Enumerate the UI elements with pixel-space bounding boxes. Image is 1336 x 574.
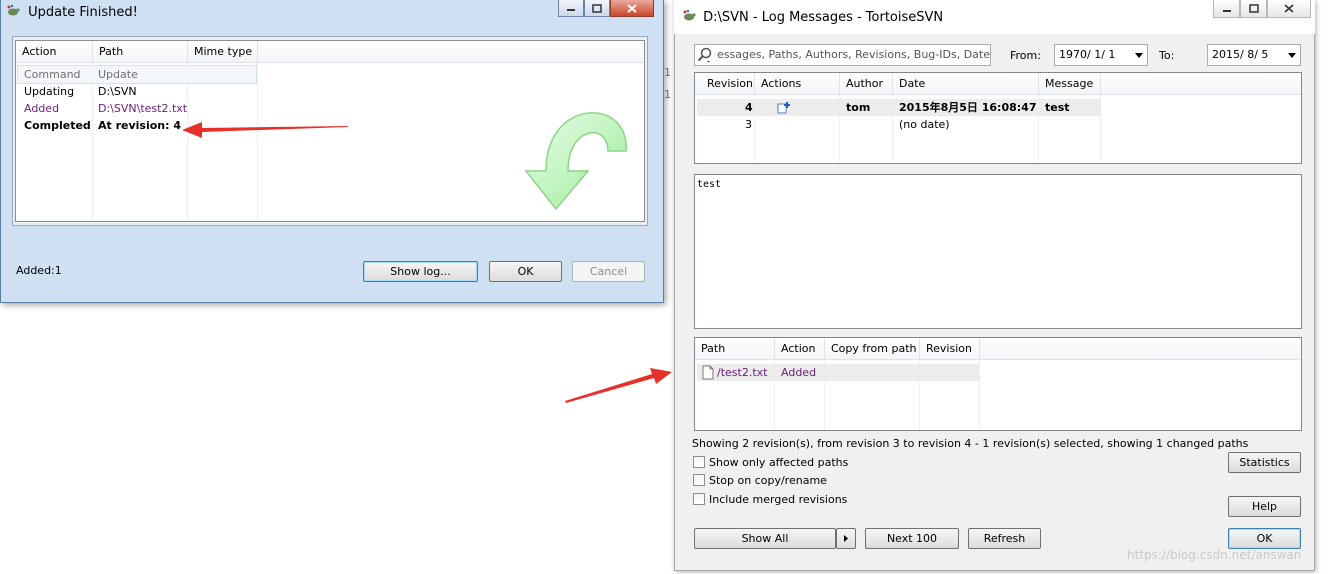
log-search-input[interactable]: essages, Paths, Authors, Revisions, Bug-… bbox=[694, 44, 991, 66]
from-date-picker[interactable]: 1970/ 1/ 1 bbox=[1054, 44, 1148, 66]
background-fragment: 1 bbox=[664, 66, 671, 79]
annotation-arrow-icon bbox=[565, 368, 672, 403]
to-date-picker[interactable]: 2015/ 8/ 5 bbox=[1207, 44, 1301, 66]
column-header-mime-type[interactable]: Mime type bbox=[188, 41, 258, 63]
column-header-message[interactable]: Message bbox=[1039, 73, 1101, 95]
search-icon[interactable] bbox=[697, 47, 713, 63]
column-header-filler bbox=[980, 338, 1301, 360]
minimize-button[interactable] bbox=[1213, 0, 1240, 18]
column-header-author[interactable]: Author bbox=[840, 73, 893, 95]
list-item-added[interactable]: Added D:\SVN\test2.txt bbox=[18, 100, 256, 117]
statistics-button[interactable]: Statistics bbox=[1228, 452, 1301, 473]
maximize-icon bbox=[592, 3, 602, 13]
column-header-path[interactable]: Path bbox=[695, 338, 775, 360]
maximize-button[interactable] bbox=[584, 0, 610, 17]
minimize-icon bbox=[567, 9, 575, 11]
column-header-path[interactable]: Path bbox=[93, 41, 188, 63]
show-only-affected-paths-checkbox[interactable] bbox=[693, 456, 705, 468]
minimize-icon bbox=[1222, 9, 1231, 12]
column-header-filler bbox=[258, 41, 644, 63]
file-icon bbox=[702, 365, 714, 380]
minimize-button[interactable] bbox=[558, 0, 584, 17]
column-header-copy-from-path[interactable]: Copy from path bbox=[825, 338, 920, 360]
column-header-actions[interactable]: Actions bbox=[755, 73, 840, 95]
column-header-revision[interactable]: Revision bbox=[695, 73, 755, 95]
maximize-button[interactable] bbox=[1240, 0, 1267, 18]
column-divider bbox=[257, 63, 258, 221]
revision-row-3[interactable]: 3 (no date) bbox=[697, 116, 1101, 133]
include-merged-revisions-label[interactable]: Include merged revisions bbox=[709, 493, 847, 506]
list-item-updating[interactable]: Updating D:\SVN bbox=[18, 83, 256, 100]
show-only-affected-paths-label[interactable]: Show only affected paths bbox=[709, 456, 848, 469]
update-progress-arrow-icon bbox=[524, 112, 627, 211]
column-header-date[interactable]: Date bbox=[893, 73, 1039, 95]
log-message-textarea[interactable]: test bbox=[694, 174, 1302, 329]
to-label: To: bbox=[1159, 49, 1175, 62]
close-button[interactable] bbox=[610, 0, 654, 17]
log-window-caption-buttons bbox=[1213, 0, 1311, 18]
changed-path-row[interactable]: /test2.txt Added bbox=[697, 364, 979, 381]
revision-row-4[interactable]: 4 tom 2015年8月5日 16:08:47 test bbox=[697, 99, 1101, 116]
changed-paths-list[interactable]: Path Action Copy from path Revision /tes… bbox=[694, 337, 1302, 431]
background-fragment: 1 bbox=[664, 88, 671, 101]
from-label: From: bbox=[1010, 49, 1041, 62]
chevron-down-icon bbox=[1135, 53, 1143, 58]
update-status-text: Added:1 bbox=[16, 264, 62, 277]
close-icon bbox=[1284, 4, 1294, 13]
update-window-title: Update Finished! bbox=[6, 4, 138, 24]
maximize-icon bbox=[1248, 4, 1259, 13]
log-window-title: D:\SVN - Log Messages - TortoiseSVN bbox=[682, 9, 943, 25]
close-button[interactable] bbox=[1267, 0, 1311, 18]
column-header-action[interactable]: Action bbox=[16, 41, 93, 63]
added-action-icon bbox=[777, 102, 790, 114]
show-all-dropdown-button[interactable] bbox=[836, 528, 856, 549]
tortoise-icon bbox=[683, 9, 696, 21]
help-button[interactable]: Help bbox=[1228, 496, 1301, 517]
column-header-revision[interactable]: Revision bbox=[920, 338, 980, 360]
show-log-button[interactable]: Show log... bbox=[363, 261, 478, 282]
show-all-button[interactable]: Show All bbox=[694, 528, 836, 549]
update-ok-button[interactable]: OK bbox=[489, 261, 562, 282]
chevron-right-icon bbox=[844, 535, 848, 542]
stop-on-copy-rename-checkbox[interactable] bbox=[693, 474, 705, 486]
tortoise-icon bbox=[7, 4, 20, 16]
stop-on-copy-rename-label[interactable]: Stop on copy/rename bbox=[709, 474, 827, 487]
revision-list[interactable]: Revision Actions Author Date Message 4 t… bbox=[694, 72, 1302, 164]
watermark: https://blog.csdn.net/answan bbox=[1127, 548, 1302, 562]
refresh-button[interactable]: Refresh bbox=[968, 528, 1041, 549]
list-item-command[interactable]: Command Update bbox=[17, 65, 257, 84]
column-divider bbox=[979, 360, 980, 430]
chevron-down-icon bbox=[1288, 53, 1296, 58]
column-header-action[interactable]: Action bbox=[775, 338, 825, 360]
column-header-filler bbox=[1101, 73, 1301, 95]
close-icon bbox=[627, 3, 637, 13]
log-summary-text: Showing 2 revision(s), from revision 3 t… bbox=[692, 437, 1249, 450]
update-cancel-button[interactable]: Cancel bbox=[572, 261, 645, 282]
include-merged-revisions-checkbox[interactable] bbox=[693, 493, 705, 505]
log-ok-button[interactable]: OK bbox=[1228, 528, 1301, 549]
next-100-button[interactable]: Next 100 bbox=[865, 528, 959, 549]
update-window-caption-buttons bbox=[558, 0, 654, 18]
annotation-arrow-icon bbox=[182, 122, 348, 138]
